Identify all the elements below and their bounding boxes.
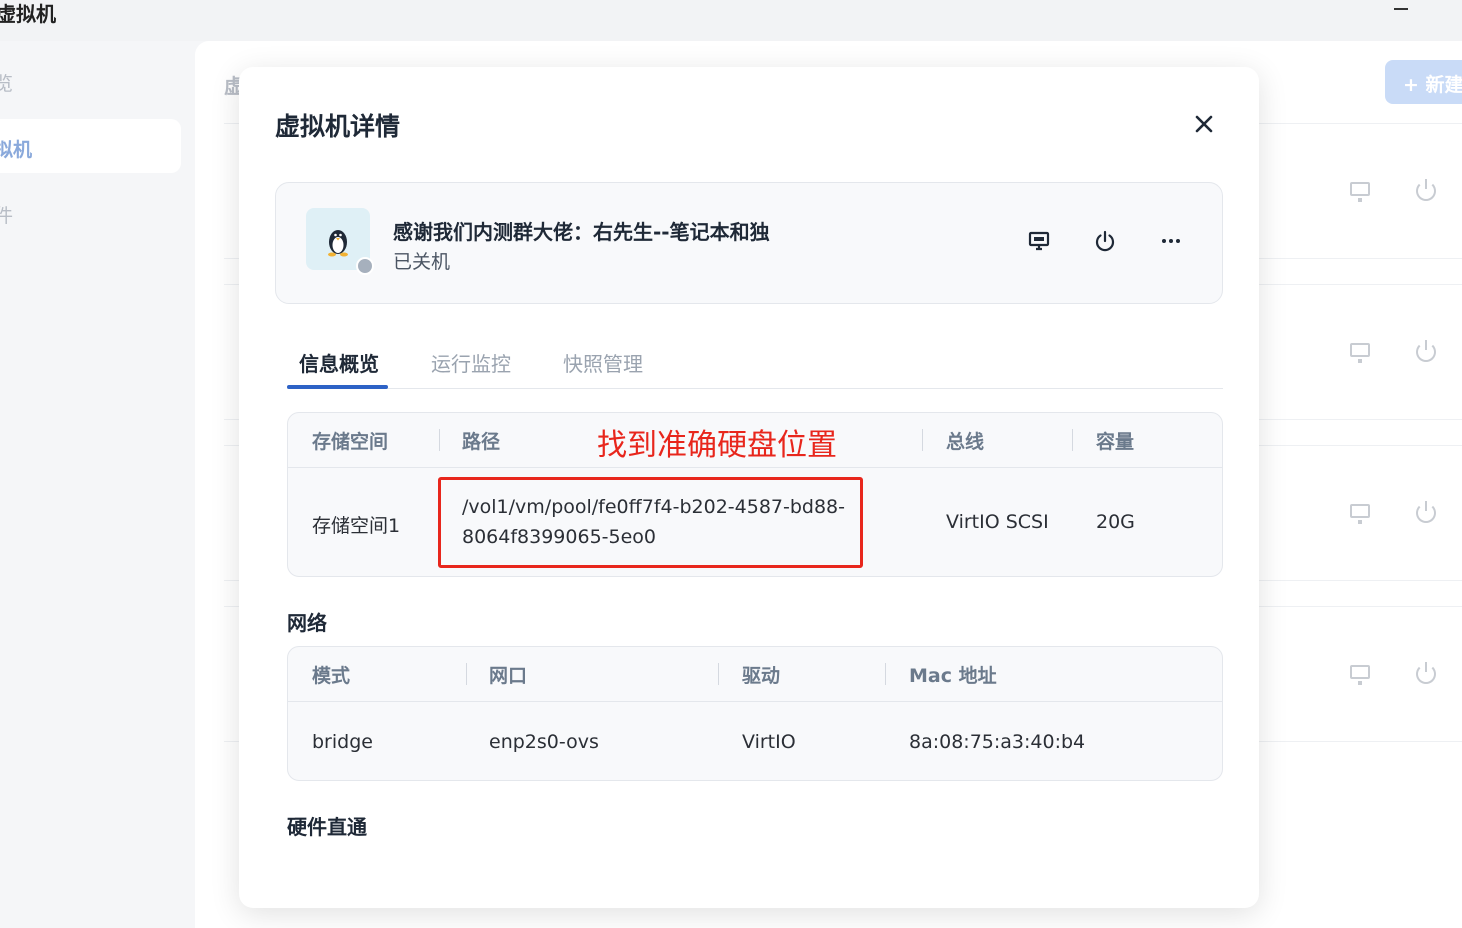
network-table: 模式 网口 驱动 Mac 地址 bridge enp2s0-ovs VirtIO… xyxy=(287,646,1223,781)
status-dot xyxy=(356,257,374,275)
console-monitor-icon[interactable] xyxy=(1027,229,1051,253)
active-tab-indicator xyxy=(287,385,388,389)
cell-storage-space: 存储空间1 xyxy=(312,515,401,537)
col-capacity: 容量 xyxy=(1096,431,1135,453)
sidebar-item-overview[interactable]: 览 xyxy=(0,69,13,96)
power-icon[interactable] xyxy=(1093,229,1117,253)
column-divider xyxy=(439,429,440,451)
vm-summary-card: 感谢我们内测群大佬：右先生--笔记本和独 已关机 xyxy=(275,182,1223,304)
col-path: 路径 xyxy=(462,431,501,453)
col-storage-space: 存储空间 xyxy=(312,431,389,453)
column-divider xyxy=(885,663,886,685)
passthrough-section-title: 硬件直通 xyxy=(287,815,367,839)
sidebar-item-vm[interactable]: 拟机 xyxy=(0,135,32,162)
col-bus: 总线 xyxy=(946,431,985,453)
monitor-icon[interactable] xyxy=(1350,343,1370,363)
col-port: 网口 xyxy=(489,665,528,687)
vm-detail-modal: 虚拟机详情 感谢我们内测群大佬：右先生--笔记本和独 已关机 信息概览 运行监控… xyxy=(239,67,1259,908)
col-mode: 模式 xyxy=(312,665,351,687)
cell-capacity: 20G xyxy=(1096,511,1135,533)
column-divider xyxy=(466,663,467,685)
app-title: 虚拟机 xyxy=(0,2,56,26)
column-divider xyxy=(1072,429,1073,451)
tab-monitoring[interactable]: 运行监控 xyxy=(431,348,511,377)
close-icon[interactable] xyxy=(1192,112,1216,136)
detail-tabs: 信息概览 运行监控 快照管理 xyxy=(287,343,1223,389)
monitor-icon[interactable] xyxy=(1350,504,1370,524)
annotation-highlight-box xyxy=(438,477,863,568)
monitor-icon[interactable] xyxy=(1350,665,1370,685)
sidebar xyxy=(0,41,195,928)
column-divider xyxy=(718,663,719,685)
col-mac: Mac 地址 xyxy=(909,665,997,687)
column-divider xyxy=(922,429,923,451)
vm-status: 已关机 xyxy=(393,251,451,273)
tab-overview[interactable]: 信息概览 xyxy=(299,348,379,377)
vm-name: 感谢我们内测群大佬：右先生--笔记本和独 xyxy=(393,220,770,244)
more-options-icon[interactable] xyxy=(1159,229,1183,253)
network-section-title: 网络 xyxy=(287,611,327,635)
power-icon[interactable] xyxy=(1416,179,1436,201)
col-driver: 驱动 xyxy=(742,665,781,687)
tab-snapshots[interactable]: 快照管理 xyxy=(563,348,643,377)
minimize-icon[interactable] xyxy=(1394,8,1408,10)
modal-title: 虚拟机详情 xyxy=(275,112,401,141)
power-icon[interactable] xyxy=(1416,340,1436,362)
cell-mac: 8a:08:75:a3:40:b4 xyxy=(909,731,1086,753)
app-header: 虚拟机 xyxy=(0,0,1462,41)
cell-port: enp2s0-ovs xyxy=(489,731,599,753)
sidebar-item-hardware[interactable]: 件 xyxy=(0,201,13,228)
cell-mode: bridge xyxy=(312,731,373,753)
annotation-text: 找到准确硬盘位置 xyxy=(597,428,837,463)
cell-driver: VirtIO xyxy=(742,731,796,753)
power-icon[interactable] xyxy=(1416,501,1436,523)
cell-bus: VirtIO SCSI xyxy=(946,511,1049,533)
monitor-icon[interactable] xyxy=(1350,182,1370,202)
network-table-header: 模式 网口 驱动 Mac 地址 xyxy=(288,647,1222,702)
power-icon[interactable] xyxy=(1416,662,1436,684)
new-vm-button[interactable]: + 新建 xyxy=(1385,60,1462,104)
